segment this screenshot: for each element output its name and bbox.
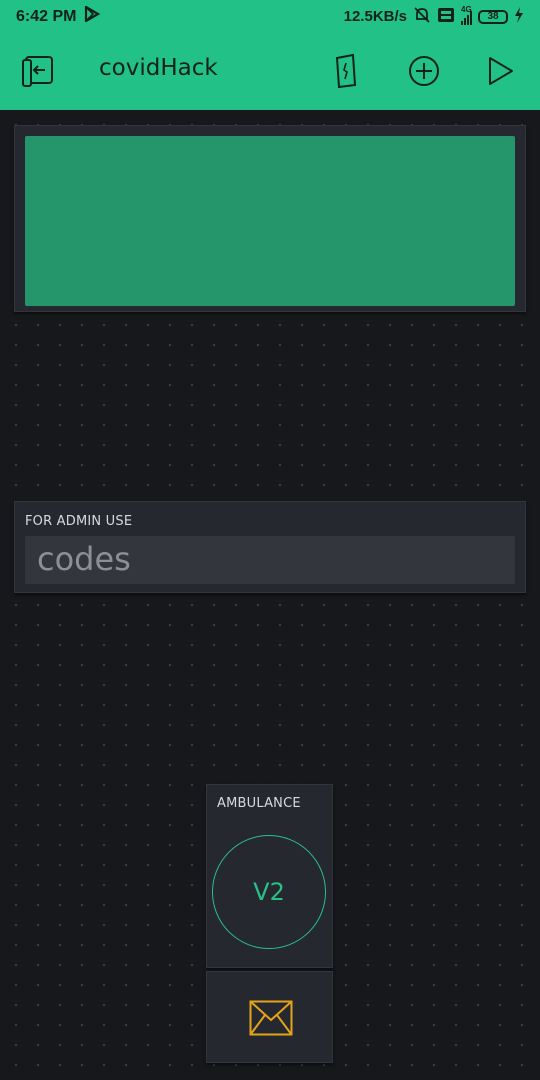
play-icon[interactable] (480, 51, 520, 91)
ambulance-button[interactable]: V2 (212, 835, 326, 949)
app-bar: covidHack (0, 33, 540, 110)
add-icon[interactable] (404, 51, 444, 91)
status-time: 6:42 PM (16, 7, 77, 25)
lcd-widget[interactable] (14, 125, 526, 312)
charging-icon (514, 6, 524, 27)
project-title: covidHack (99, 55, 218, 81)
network-type: 4G (461, 4, 472, 14)
ambulance-label: AMBULANCE (217, 796, 301, 811)
battery-icon: 38 (478, 9, 508, 24)
lcd-display (25, 136, 515, 306)
device-icon[interactable] (326, 51, 366, 91)
admin-input-label: FOR ADMIN USE (25, 514, 133, 529)
ambulance-pin: V2 (253, 878, 285, 906)
mute-icon (413, 6, 431, 28)
email-icon (249, 1000, 293, 1040)
email-widget[interactable] (206, 971, 333, 1063)
ambulance-button-widget[interactable]: AMBULANCE V2 (206, 784, 333, 968)
signal-icon: 4G (461, 5, 472, 25)
volte-icon (437, 7, 455, 27)
exit-icon[interactable] (19, 51, 59, 91)
admin-input-widget[interactable]: FOR ADMIN USE codes (14, 501, 526, 593)
status-bar: 6:42 PM 12.5KB/s 4G 38 (0, 0, 540, 33)
network-speed: 12.5KB/s (343, 8, 407, 25)
play-store-icon (84, 5, 101, 27)
admin-code-input[interactable]: codes (25, 536, 515, 584)
